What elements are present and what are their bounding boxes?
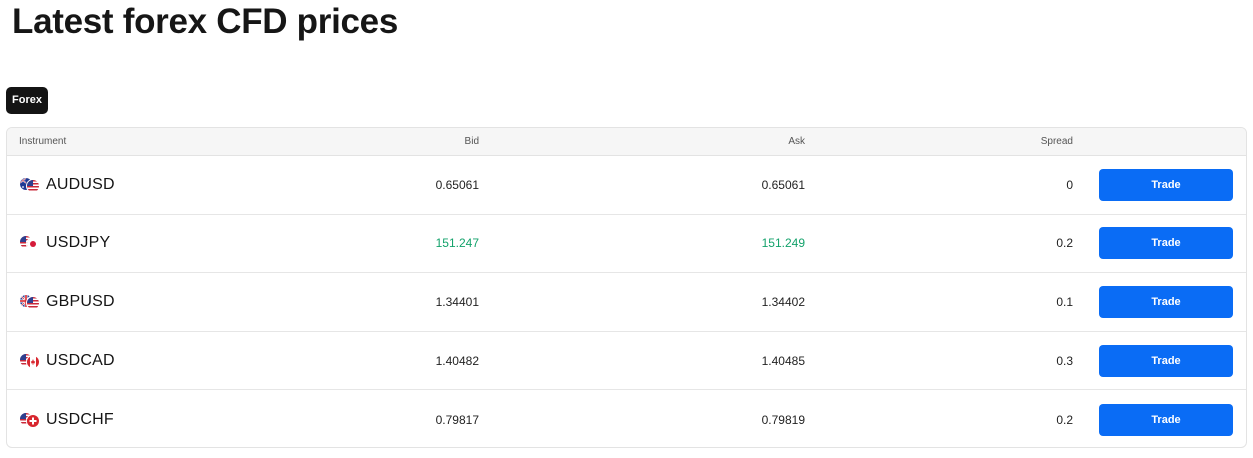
spread-value: 0 [1066, 177, 1073, 192]
spread-value: 0.2 [1056, 412, 1073, 427]
table-row: USDCAD 1.40482 1.40485 0.3 Trade [7, 332, 1246, 391]
trade-button[interactable]: Trade [1099, 227, 1233, 260]
jp-flag-icon [26, 237, 40, 252]
currency-pair-flags [19, 293, 41, 310]
bid-price: 0.65061 [435, 177, 479, 192]
instrument-cell[interactable]: USDCAD [19, 332, 115, 390]
instrument-symbol: USDJPY [46, 234, 111, 252]
spread-value: 0.3 [1056, 353, 1073, 368]
table-row: USDCHF 0.79817 0.79819 0.2 Trade [7, 390, 1246, 447]
action-cell: Trade [1099, 332, 1233, 390]
us-flag-icon [26, 178, 40, 193]
header-instrument: Instrument [19, 136, 67, 147]
table-header: Instrument Bid Ask Spread [7, 128, 1246, 156]
currency-pair-flags [19, 235, 41, 252]
tab-forex[interactable]: Forex [6, 87, 48, 114]
instrument-cell[interactable]: USDCHF [19, 390, 114, 447]
ask-price: 0.79819 [761, 412, 805, 427]
ch-flag-icon [26, 413, 40, 428]
instrument-cell[interactable]: GBPUSD [19, 273, 115, 331]
spread-value: 0.2 [1056, 236, 1073, 251]
bid-price: 1.34401 [435, 294, 479, 309]
us-flag-icon [26, 295, 40, 310]
action-cell: Trade [1099, 215, 1233, 273]
table-row: GBPUSD 1.34401 1.34402 0.1 Trade [7, 273, 1246, 332]
header-ask: Ask [788, 136, 805, 147]
instrument-symbol: AUDUSD [46, 175, 115, 193]
instrument-cell[interactable]: AUDUSD [19, 156, 115, 214]
instrument-cell[interactable]: USDJPY [19, 215, 110, 273]
ask-price: 0.65061 [761, 177, 805, 192]
trade-button[interactable]: Trade [1099, 344, 1233, 377]
currency-pair-flags [19, 176, 41, 193]
table-row: USDJPY 151.247 151.249 0.2 Trade [7, 215, 1246, 274]
instrument-symbol: USDCHF [46, 410, 114, 428]
bid-price: 1.40482 [435, 353, 479, 368]
page-title: Latest forex CFD prices [12, 2, 398, 41]
action-cell: Trade [1099, 390, 1233, 447]
trade-button[interactable]: Trade [1099, 285, 1233, 318]
trade-button[interactable]: Trade [1099, 168, 1233, 201]
spread-value: 0.1 [1056, 294, 1073, 309]
currency-pair-flags [19, 411, 41, 428]
bid-price: 151.247 [435, 236, 479, 251]
table-row: AUDUSD 0.65061 0.65061 0 Trade [7, 156, 1246, 215]
header-spread: Spread [1040, 136, 1073, 147]
forex-prices-page: Latest forex CFD prices Forex Instrument… [0, 0, 1253, 458]
action-cell: Trade [1099, 156, 1233, 214]
ask-price: 151.249 [761, 236, 805, 251]
ca-flag-icon [26, 354, 40, 369]
currency-pair-flags [19, 352, 41, 369]
prices-table: Instrument Bid Ask Spread AUDUSD 0.65061… [6, 127, 1247, 448]
action-cell: Trade [1099, 273, 1233, 331]
ask-price: 1.40485 [761, 353, 805, 368]
trade-button[interactable]: Trade [1099, 403, 1233, 436]
bid-price: 0.79817 [435, 412, 479, 427]
ask-price: 1.34402 [761, 294, 805, 309]
instrument-symbol: GBPUSD [46, 292, 115, 310]
header-bid: Bid [464, 136, 479, 147]
instrument-symbol: USDCAD [46, 351, 115, 369]
